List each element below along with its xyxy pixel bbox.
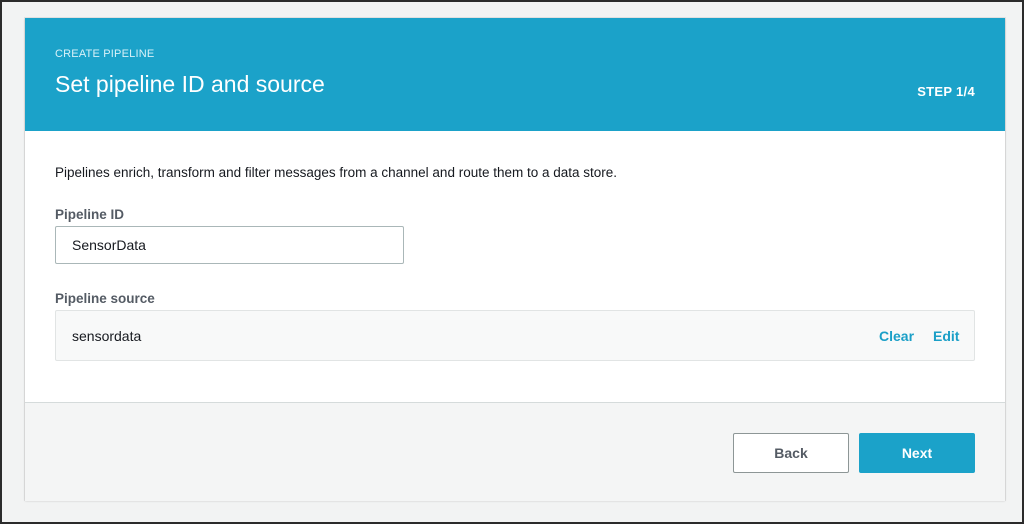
pipeline-id-label: Pipeline ID [55, 207, 125, 222]
back-button[interactable]: Back [733, 433, 849, 473]
header-eyebrow: CREATE PIPELINE [55, 48, 155, 60]
wizard-body: Pipelines enrich, transform and filter m… [25, 131, 1005, 401]
clear-source-link[interactable]: Clear [879, 328, 914, 344]
step-indicator: STEP 1/4 [917, 84, 975, 99]
edit-source-link[interactable]: Edit [933, 328, 959, 344]
pipeline-source-value: sensordata [72, 328, 142, 344]
window-frame: CREATE PIPELINE Set pipeline ID and sour… [0, 0, 1024, 524]
description-text: Pipelines enrich, transform and filter m… [55, 165, 618, 180]
create-pipeline-card: CREATE PIPELINE Set pipeline ID and sour… [25, 18, 1005, 501]
pipeline-source-label: Pipeline source [55, 291, 155, 306]
pipeline-id-input[interactable] [55, 226, 404, 264]
page-title: Set pipeline ID and source [55, 71, 325, 97]
wizard-header: CREATE PIPELINE Set pipeline ID and sour… [25, 18, 1005, 131]
wizard-footer: Back Next [25, 402, 1005, 501]
pipeline-source-box: sensordata Clear Edit [55, 310, 975, 361]
next-button[interactable]: Next [859, 433, 975, 473]
